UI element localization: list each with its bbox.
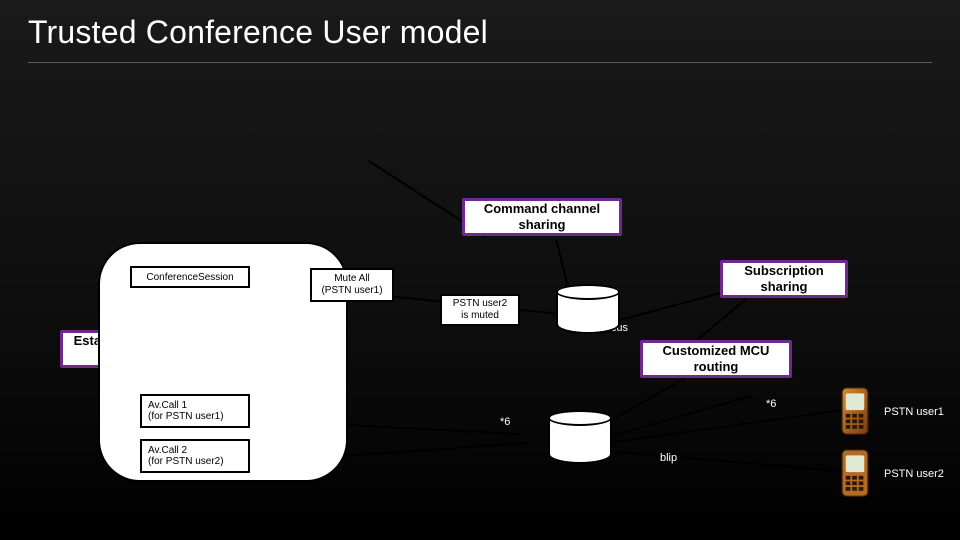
label-star6-right: *6 [766,398,776,410]
text: Customized MCU routing [651,343,781,374]
text: (PSTN user1) [321,285,382,297]
text: is muted [461,310,499,322]
box-avcall-1: Av.Call 1 (for PSTN user1) [140,394,250,428]
label-command-channel-sharing: Command channel sharing [462,198,622,236]
connector [616,289,732,322]
text: ConferenceSession [146,272,233,283]
cylinder-focus [556,284,620,334]
phone-icon [836,448,874,500]
label-customized-mcu-routing: Customized MCU routing [640,340,792,378]
box-mute-all: Mute All (PSTN user1) [310,268,394,302]
text: Av.Call 2 [148,445,242,456]
box-avcall-2: Av.Call 2 (for PSTN user2) [140,439,250,473]
connector [693,298,746,343]
text: PSTN user2 [453,298,507,310]
text: (for PSTN user1) [148,411,242,422]
title-rule [28,62,932,63]
label-blip: blip [660,452,677,464]
text: (for PSTN user2) [148,456,242,467]
connector [608,450,843,473]
box-conference-session: ConferenceSession [130,266,250,288]
text: Command channel sharing [473,201,611,232]
text: Av.Call 1 [148,400,242,411]
label-subscription-sharing: Subscription sharing [720,260,848,298]
phone-icon [836,386,874,438]
text: Mute All [334,273,370,285]
slide-title: Trusted Conference User model [28,14,488,51]
box-pstn-user2-muted: PSTN user2 is muted [440,294,520,326]
text: Subscription sharing [731,263,837,294]
label-star6-left: *6 [500,416,510,428]
label-pstn-user2: PSTN user2 [884,468,944,480]
label-pstn-user1: PSTN user1 [884,406,944,418]
slide-root: Trusted Conference User model Command ch… [0,0,960,540]
cylinder-avmcu [548,410,612,464]
